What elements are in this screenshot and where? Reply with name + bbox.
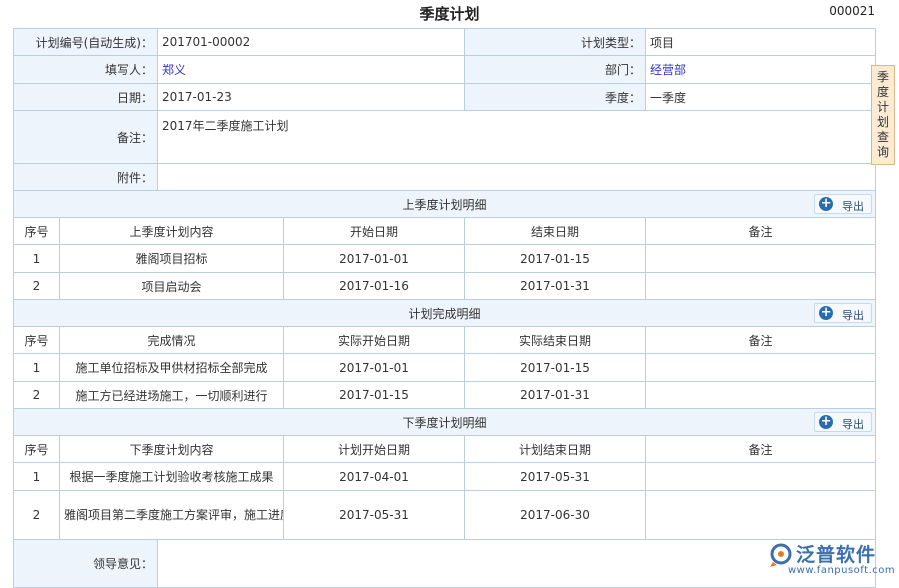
section-title-text: 计划完成明细 — [408, 306, 481, 321]
row-number: 1 — [13, 462, 60, 491]
attachment-label: 附件： — [13, 163, 158, 191]
logo-name: 泛普软件 — [796, 544, 877, 566]
row-start-date: 2017-04-01 — [283, 462, 465, 491]
plus-circle-icon: + — [819, 414, 834, 429]
row-end-date: 2017-01-15 — [463, 353, 647, 382]
row-end-date: 2017-01-31 — [463, 272, 647, 300]
date-value: 2017-01-23 — [157, 83, 465, 111]
table-row: 2 雅阁项目第二季度施工方案评审，施工进度督促 2017-05-31 2017-… — [13, 490, 877, 540]
plan-form-table: 计划编号(自动生成)： 201701-00002 计划类型： 项目 填写人： 郑… — [12, 28, 877, 588]
export-button[interactable]: + 导出 — [814, 303, 873, 323]
column-header: 备注 — [645, 217, 877, 245]
column-header: 完成情况 — [59, 326, 284, 354]
column-header: 序号 — [13, 326, 60, 354]
tab-char: 划 — [876, 115, 889, 129]
tab-char: 季 — [876, 70, 889, 84]
section-title-completion: 计划完成明细 + 导出 — [12, 299, 877, 327]
row-number: 2 — [13, 381, 60, 409]
column-header: 实际结束日期 — [463, 326, 647, 354]
export-button[interactable]: + 导出 — [814, 412, 873, 432]
column-header: 下季度计划内容 — [59, 435, 284, 463]
plus-circle-icon: + — [819, 196, 834, 211]
row-number: 1 — [13, 244, 60, 273]
row-end-date: 2017-05-31 — [463, 462, 647, 491]
row-start-date: 2017-05-31 — [283, 490, 465, 540]
row-end-date: 2017-01-31 — [463, 381, 647, 409]
quarter-plan-query-tab[interactable]: 季 度 计 划 查 询 — [871, 65, 895, 165]
author-label: 填写人： — [13, 55, 158, 84]
column-header: 备注 — [645, 435, 877, 463]
table-row: 2 施工方已经进场施工，一切顺利进行 2017-01-15 2017-01-31 — [13, 381, 877, 409]
table-row: 1 施工单位招标及甲供材招标全部完成 2017-01-01 2017-01-15 — [13, 353, 877, 382]
quarter-label: 季度： — [463, 83, 647, 111]
row-content: 施工方已经进场施工，一切顺利进行 — [59, 381, 284, 409]
section-title-next-quarter: 下季度计划明细 + 导出 — [12, 408, 877, 436]
row-end-date: 2017-06-30 — [463, 490, 647, 540]
row-start-date: 2017-01-16 — [283, 272, 465, 300]
document-number: 000021 — [829, 4, 875, 18]
column-header: 实际开始日期 — [283, 326, 465, 354]
plan-type-value: 项目 — [645, 28, 877, 56]
column-header: 备注 — [645, 326, 877, 354]
row-note — [645, 353, 877, 382]
leader-opinion-label: 领导意见： — [13, 539, 158, 588]
column-header: 计划结束日期 — [463, 435, 647, 463]
author-link[interactable]: 郑义 — [157, 55, 465, 84]
row-content: 雅阁项目招标 — [59, 244, 284, 273]
table-row: 1 根据一季度施工计划验收考核施工成果 2017-04-01 2017-05-3… — [13, 462, 877, 491]
logo-url: www.fanpusoft.com — [788, 565, 896, 576]
section-title-last-quarter: 上季度计划明细 + 导出 — [12, 190, 877, 218]
note-label: 备注： — [13, 110, 158, 164]
tab-char: 计 — [876, 100, 889, 114]
dept-label: 部门： — [463, 55, 647, 84]
table-row: 1 雅阁项目招标 2017-01-01 2017-01-15 — [13, 244, 877, 273]
column-header: 序号 — [13, 435, 60, 463]
section-title-text: 上季度计划明细 — [402, 197, 487, 212]
tab-char: 查 — [876, 130, 889, 144]
date-label: 日期： — [13, 83, 158, 111]
column-header: 计划开始日期 — [283, 435, 465, 463]
tab-char: 询 — [876, 145, 889, 159]
plan-type-label: 计划类型： — [463, 28, 647, 56]
row-start-date: 2017-01-15 — [283, 381, 465, 409]
section-title-text: 下季度计划明细 — [402, 415, 487, 430]
row-note — [645, 462, 877, 491]
row-note — [645, 381, 877, 409]
table-row: 2 项目启动会 2017-01-16 2017-01-31 — [13, 272, 877, 300]
column-header: 结束日期 — [463, 217, 647, 245]
plus-circle-icon: + — [819, 305, 834, 320]
brand-logo: 泛普软件 www.fanpusoft.com — [768, 540, 896, 580]
row-content: 施工单位招标及甲供材招标全部完成 — [59, 353, 284, 382]
row-content: 根据一季度施工计划验收考核施工成果 — [59, 462, 284, 491]
export-button[interactable]: + 导出 — [814, 194, 873, 214]
attachment-value — [156, 163, 877, 191]
row-number: 2 — [13, 272, 60, 300]
row-number: 2 — [13, 490, 60, 540]
row-start-date: 2017-01-01 — [283, 353, 465, 382]
column-header: 开始日期 — [283, 217, 465, 245]
quarter-value: 一季度 — [645, 83, 877, 111]
column-header: 序号 — [13, 217, 60, 245]
row-note — [645, 272, 877, 300]
page-title: 季度计划 — [419, 5, 480, 23]
plan-no-label: 计划编号(自动生成)： — [13, 28, 158, 56]
tab-char: 度 — [876, 85, 889, 99]
row-content: 项目启动会 — [59, 272, 284, 300]
row-note — [645, 244, 877, 273]
plan-no-value: 201701-00002 — [157, 28, 465, 56]
column-header: 上季度计划内容 — [59, 217, 284, 245]
row-end-date: 2017-01-15 — [463, 244, 647, 273]
row-content: 雅阁项目第二季度施工方案评审，施工进度督促 — [59, 490, 284, 540]
row-note — [645, 490, 877, 540]
row-number: 1 — [13, 353, 60, 382]
note-value: 2017年二季度施工计划 — [156, 110, 877, 164]
dept-link[interactable]: 经营部 — [645, 55, 877, 84]
row-start-date: 2017-01-01 — [283, 244, 465, 273]
